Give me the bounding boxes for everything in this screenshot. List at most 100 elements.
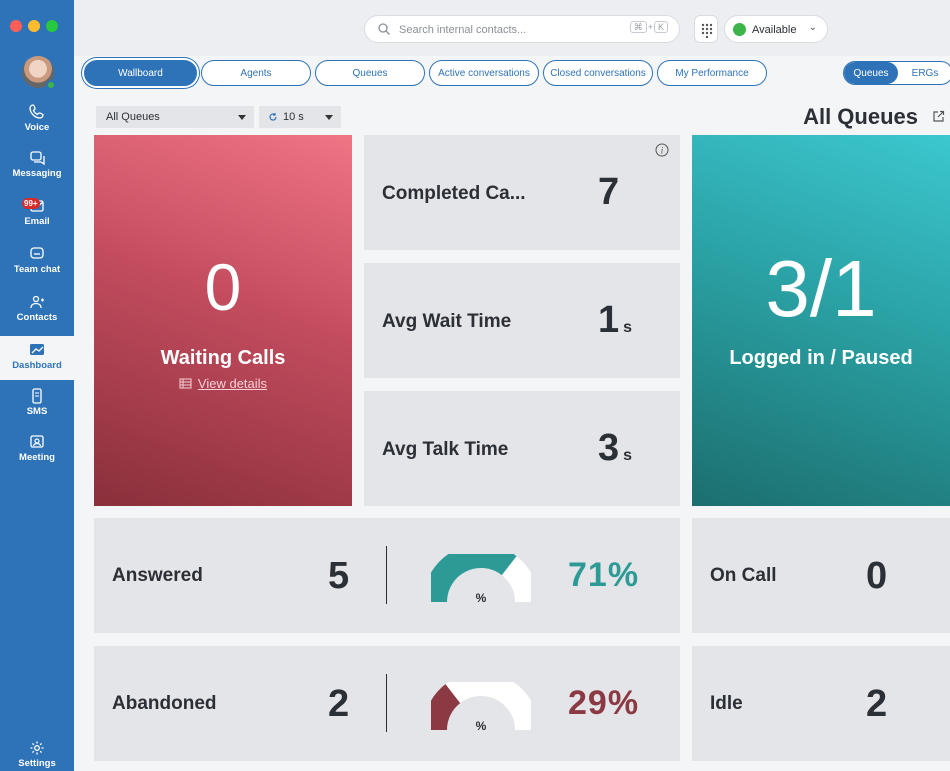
sidebar-item-label: Meeting [19,452,55,463]
abandoned-label: Abandoned [112,693,217,714]
sidebar-item-dashboard[interactable]: Dashboard [0,336,74,380]
view-details-link[interactable]: View details [94,376,352,391]
divider [386,674,387,732]
refresh-interval-value: 10 s [283,111,304,123]
presence-label: Available [752,24,797,36]
refresh-icon [269,113,277,121]
sidebar: Voice Messaging 99+ Email Team chat Cont… [0,0,74,771]
search-placeholder: Search internal contacts... [399,24,527,36]
answered-percent: 71% [568,556,640,594]
toggle-ergs[interactable]: ERGs [898,62,950,84]
close-window-button[interactable] [10,20,22,32]
search-shortcut: ⌘ + K [629,21,669,33]
sidebar-item-settings[interactable]: Settings [0,740,74,771]
logged-in-paused-label: Logged in / Paused [729,347,913,369]
toggle-queues[interactable]: Queues [844,62,898,84]
on-call-tile: On Call 0 [692,518,950,633]
window-controls [10,20,58,32]
sidebar-item-label: Voice [24,122,50,133]
shortcut-key-k: K [653,21,668,33]
sidebar-item-sms[interactable]: SMS [0,388,74,432]
on-call-value: 0 [866,555,888,597]
gauge-percent-symbol: % [476,719,487,733]
caret-down-icon [325,115,333,120]
chevron-down-icon: ⌄ [808,22,817,33]
sidebar-item-email[interactable]: 99+ Email [0,198,74,242]
answered-tile: Answered 5 % 71% [94,518,680,633]
tab-queues[interactable]: Queues [315,60,425,86]
dashboard-tabs: Wallboard Agents Queues Active conversat… [84,60,767,86]
logged-in-paused-value: 3/1 [765,244,877,333]
waiting-calls-label: Waiting Calls [160,347,286,369]
abandoned-gauge: % [431,682,531,733]
info-icon[interactable]: i [655,143,669,157]
completed-calls-label: Completed Ca... [382,183,526,204]
shortcut-key-cmd: ⌘ [629,21,647,33]
sidebar-item-voice[interactable]: Voice [0,104,74,148]
completed-calls-tile: i Completed Ca... 7 [364,135,680,250]
dialpad-icon [701,23,713,39]
sidebar-item-label: Contacts [16,312,58,323]
queue-select-value: All Queues [106,111,160,123]
view-details-label: View details [197,376,268,391]
sidebar-item-contacts[interactable]: Contacts [0,294,74,338]
page-title: All Queues [803,104,918,129]
sidebar-item-label: SMS [26,406,48,417]
sidebar-item-label: Team chat [13,264,61,275]
answered-value: 5 [328,555,350,597]
tab-my-performance[interactable]: My Performance [657,60,767,86]
idle-label: Idle [710,693,743,714]
contacts-icon [30,295,44,309]
tab-agents[interactable]: Agents [201,60,311,86]
sidebar-item-meeting[interactable]: Meeting [0,434,74,478]
abandoned-percent: 29% [568,684,640,722]
sidebar-item-label: Email [24,216,50,227]
answered-label: Answered [112,565,203,586]
queue-select[interactable]: All Queues [96,106,254,128]
presence-status-dropdown[interactable]: Available ⌄ [724,15,828,43]
answered-gauge: % [431,554,531,605]
avg-wait-time-tile: Avg Wait Time 1s [364,263,680,378]
svg-text:i: i [661,146,664,156]
gear-icon [30,741,44,755]
avg-talk-time-value: 3 [598,427,620,469]
top-bar: Search internal contacts... ⌘ + K Availabl… [74,0,950,56]
answered-gauge-fill [431,554,517,603]
sidebar-item-messaging[interactable]: Messaging [0,150,74,194]
sidebar-item-team-chat[interactable]: Team chat [0,246,74,290]
avg-talk-time-tile: Avg Talk Time 3s [364,391,680,506]
waiting-calls-tile: 0 Waiting Calls View details [94,135,352,506]
external-link-icon[interactable] [932,110,945,123]
completed-calls-value: 7 [598,171,620,213]
tab-closed-conversations[interactable]: Closed conversations [543,60,653,86]
presence-dot [733,23,746,36]
logged-in-paused-tile: 3/1 Logged in / Paused [692,135,950,506]
minimize-window-button[interactable] [28,20,40,32]
avg-wait-time-value: 1 [598,299,620,341]
dashboard-icon [30,344,44,355]
unread-badge: 99+ [22,198,40,209]
avg-talk-time-unit: s [623,447,633,464]
queues-ergs-toggle: Queues ERGs [843,61,950,85]
divider [386,546,387,604]
on-call-label: On Call [710,565,777,586]
abandoned-gauge-fill [431,684,461,731]
tab-wallboard[interactable]: Wallboard [84,60,197,86]
idle-value: 2 [866,683,888,725]
tab-active-conversations[interactable]: Active conversations [429,60,539,86]
meeting-icon [30,435,44,448]
dialpad-button[interactable] [694,15,718,43]
avg-wait-time-unit: s [623,319,633,336]
sidebar-item-label: Settings [18,758,56,769]
search-icon [378,23,390,35]
gauge-percent-symbol: % [476,591,487,605]
abandoned-value: 2 [328,683,350,725]
avatar-status-dot [46,80,56,90]
search-input[interactable]: Search internal contacts... ⌘ + K [364,15,680,43]
chat-bubbles-icon [30,151,45,166]
caret-down-icon [238,115,246,120]
maximize-window-button[interactable] [46,20,58,32]
table-icon [179,378,192,389]
phone-icon [29,104,44,119]
refresh-interval-select[interactable]: 10 s [259,106,341,128]
